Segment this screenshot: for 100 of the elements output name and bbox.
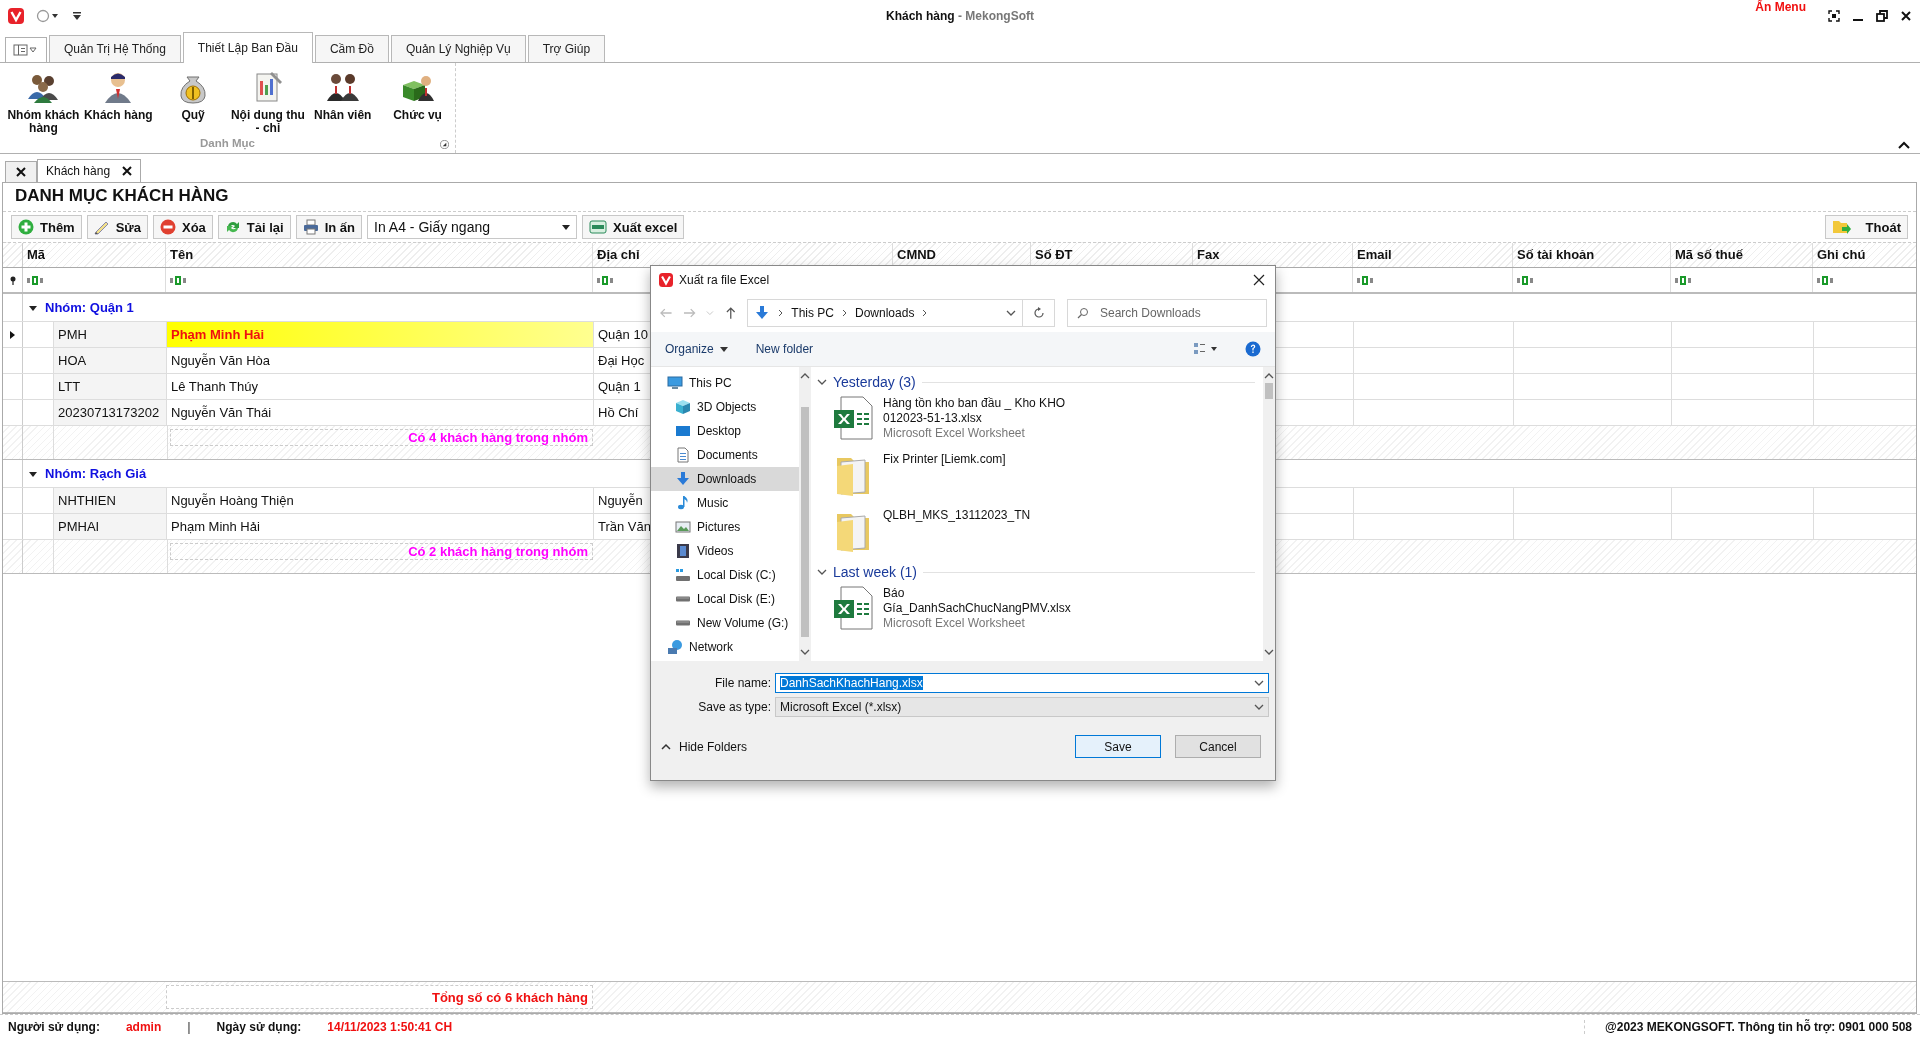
toolbar-button[interactable]: Tải lại — [217, 215, 291, 239]
ribbon-tab[interactable]: Cầm Đồ — [314, 35, 389, 62]
collapse-caret-icon[interactable] — [29, 469, 37, 478]
fullscreen-icon[interactable] — [1828, 10, 1840, 22]
save-button[interactable]: Save — [1075, 735, 1161, 758]
ribbon-tab[interactable]: Quản Lý Nghiệp Vụ — [390, 35, 526, 62]
scrollbar[interactable] — [1263, 367, 1275, 661]
dropdown-icon — [1006, 308, 1017, 318]
download-icon — [754, 305, 771, 321]
copyright-text: @2023 MEKONGSOFT. Thông tin hỗ trợ: 0901 000 508 — [1584, 1020, 1912, 1034]
file-name-field[interactable]: DanhSachKhachHang.xlsx — [775, 673, 1269, 693]
ribbon-tab[interactable]: Thiết Lập Ban Đầu — [182, 32, 313, 63]
table-cell: Trần Văn — [598, 519, 651, 534]
refresh-button[interactable] — [1022, 299, 1055, 327]
pencil-icon — [93, 219, 110, 235]
collapse-caret-icon[interactable] — [29, 303, 37, 312]
search-field[interactable]: Search Downloads — [1067, 299, 1267, 327]
restore-icon[interactable] — [1876, 10, 1888, 22]
ribbon-button[interactable]: Nhóm khách hàng — [6, 63, 81, 137]
document-icon — [675, 447, 691, 463]
nav-item[interactable]: Pictures — [651, 515, 799, 539]
table-cell: Quận 1 — [598, 379, 641, 394]
column-header[interactable]: Địa chỉ — [597, 247, 640, 262]
save-type-label: Save as type: — [697, 700, 771, 714]
save-type-dropdown[interactable]: Microsoft Excel (*.xlsx) — [775, 697, 1269, 717]
ribbon-button[interactable]: Khách hàng — [80, 63, 156, 137]
toolbar-button[interactable]: Xóa — [153, 215, 213, 239]
nav-item[interactable]: Desktop — [651, 419, 799, 443]
ribbon-button[interactable]: Nội dung thu - chi — [230, 63, 306, 137]
scrollbar[interactable] — [799, 367, 811, 661]
nav-item[interactable]: Downloads — [651, 467, 799, 491]
nav-item[interactable]: Local Disk (E:) — [651, 587, 799, 611]
export-excel-button[interactable]: Xuất excel — [582, 215, 685, 239]
ribbon-button[interactable]: Nhân viên — [305, 63, 381, 137]
scrollbar-thumb[interactable] — [801, 407, 809, 637]
print-layout-dropdown[interactable]: In A4 - Giấy ngang — [367, 215, 578, 239]
nav-item[interactable]: Local Disk (C:) — [651, 563, 799, 587]
nav-item[interactable]: 3D Objects — [651, 395, 799, 419]
toolbar-button[interactable]: Thêm — [11, 215, 82, 239]
hide-folders-button[interactable]: Hide Folders — [661, 739, 748, 754]
nav-item[interactable]: Music — [651, 491, 799, 515]
column-header[interactable]: Email — [1357, 247, 1392, 262]
file-group-header[interactable]: Last week (1) — [833, 564, 918, 580]
view-options-icon[interactable] — [1193, 342, 1219, 356]
file-item[interactable]: Fix Printer [Liemk.com] — [817, 449, 1255, 505]
column-header[interactable]: CMND — [897, 247, 936, 262]
file-item[interactable]: Hàng tồn kho ban đầu _ Kho KHO 012023-51-13.xlsx Microsoft Excel Worksheet — [817, 393, 1255, 449]
nav-item[interactable]: This PC — [651, 371, 799, 395]
document-tab[interactable]: Khách hàng — [37, 159, 142, 182]
column-header[interactable]: Fax — [1197, 247, 1220, 262]
close-all-button[interactable] — [5, 161, 37, 182]
text-filter-icon[interactable] — [1517, 275, 1533, 285]
hide-menu-link[interactable]: Ẩn Menu — [1755, 0, 1806, 14]
nav-item[interactable]: New Volume (G:) — [651, 611, 799, 635]
customize-icon[interactable] — [72, 11, 82, 21]
address-bar[interactable]: This PC Downloads — [747, 299, 1024, 327]
circle-dropdown-icon[interactable] — [36, 9, 60, 23]
toolbar-button[interactable]: Sửa — [86, 215, 148, 239]
file-item[interactable]: Báo Gía_DanhSachChucNangPMV.xlsx Microsoft Excel Worksheet — [817, 583, 1255, 639]
app-menu-button[interactable] — [5, 37, 47, 62]
exit-button[interactable]: Thoát — [1825, 215, 1908, 239]
close-icon[interactable] — [1251, 272, 1267, 288]
ribbon-tab[interactable]: Quản Trị Hệ Thống — [49, 35, 181, 62]
collapse-icon[interactable] — [1898, 141, 1910, 149]
column-header[interactable]: Số tài khoản — [1517, 247, 1595, 262]
group-chevron-icon[interactable] — [817, 377, 827, 387]
group-chevron-icon[interactable] — [817, 567, 827, 577]
file-item[interactable]: QLBH_MKS_13112023_TN — [817, 505, 1255, 561]
group-header: Nhóm: Rạch Giá — [45, 466, 147, 481]
ribbon-button[interactable]: Quỹ — [155, 63, 231, 137]
table-cell: NHTHIEN — [54, 488, 167, 513]
file-group-header[interactable]: Yesterday (3) — [833, 374, 916, 390]
close-icon[interactable] — [1900, 10, 1912, 22]
text-filter-icon[interactable] — [27, 275, 43, 285]
app-logo[interactable] — [8, 8, 24, 24]
spreadsheet-icon — [589, 220, 608, 234]
help-icon[interactable] — [1245, 341, 1261, 357]
column-header[interactable]: Tên — [170, 247, 194, 262]
column-header[interactable]: Ghi chú — [1817, 247, 1866, 262]
dialog-launcher-icon[interactable] — [440, 140, 449, 149]
ribbon-tab[interactable]: Trợ Giúp — [527, 35, 606, 62]
text-filter-icon[interactable] — [170, 275, 186, 285]
new-folder-button[interactable]: New folder — [755, 342, 814, 356]
text-filter-icon[interactable] — [1357, 275, 1373, 285]
nav-item[interactable]: Documents — [651, 443, 799, 467]
ribbon-button[interactable]: Chức vụ — [380, 63, 455, 137]
column-header[interactable]: Mã — [27, 247, 46, 262]
text-filter-icon[interactable] — [1817, 275, 1833, 285]
scroll-up-icon — [800, 371, 810, 381]
text-filter-icon[interactable] — [597, 275, 613, 285]
nav-item[interactable]: Videos — [651, 539, 799, 563]
nav-item[interactable]: Network — [651, 635, 799, 659]
column-header[interactable]: Mã số thuế — [1675, 247, 1743, 262]
close-icon[interactable] — [122, 166, 133, 176]
scrollbar-thumb[interactable] — [1265, 383, 1273, 399]
cancel-button[interactable]: Cancel — [1175, 735, 1261, 758]
toolbar-button[interactable]: In ấn — [295, 215, 363, 239]
column-header[interactable]: Số ĐT — [1035, 247, 1073, 262]
organize-menu[interactable]: Organize — [665, 342, 728, 356]
text-filter-icon[interactable] — [1675, 275, 1691, 285]
